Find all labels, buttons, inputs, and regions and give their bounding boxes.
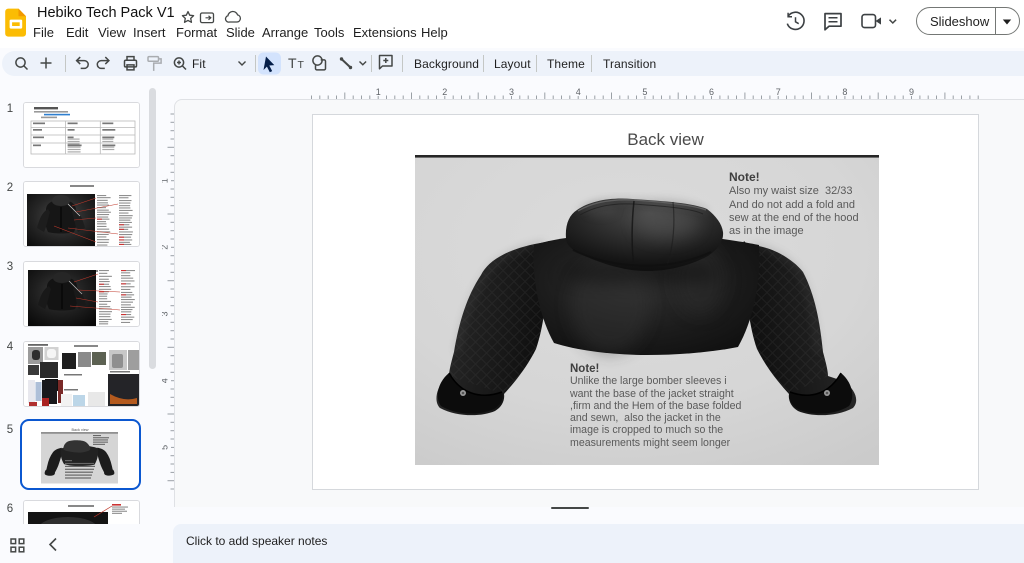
svg-text:9: 9 (909, 87, 914, 97)
svg-text:6: 6 (709, 87, 714, 97)
svg-text:8: 8 (842, 87, 847, 97)
svg-text:Back view: Back view (71, 428, 88, 432)
svg-text:5: 5 (642, 87, 647, 97)
svg-text:7: 7 (776, 87, 781, 97)
svg-text:4: 4 (576, 87, 581, 97)
svg-text:2: 2 (442, 87, 447, 97)
svg-text:1: 1 (376, 87, 381, 97)
svg-text:3: 3 (509, 87, 514, 97)
